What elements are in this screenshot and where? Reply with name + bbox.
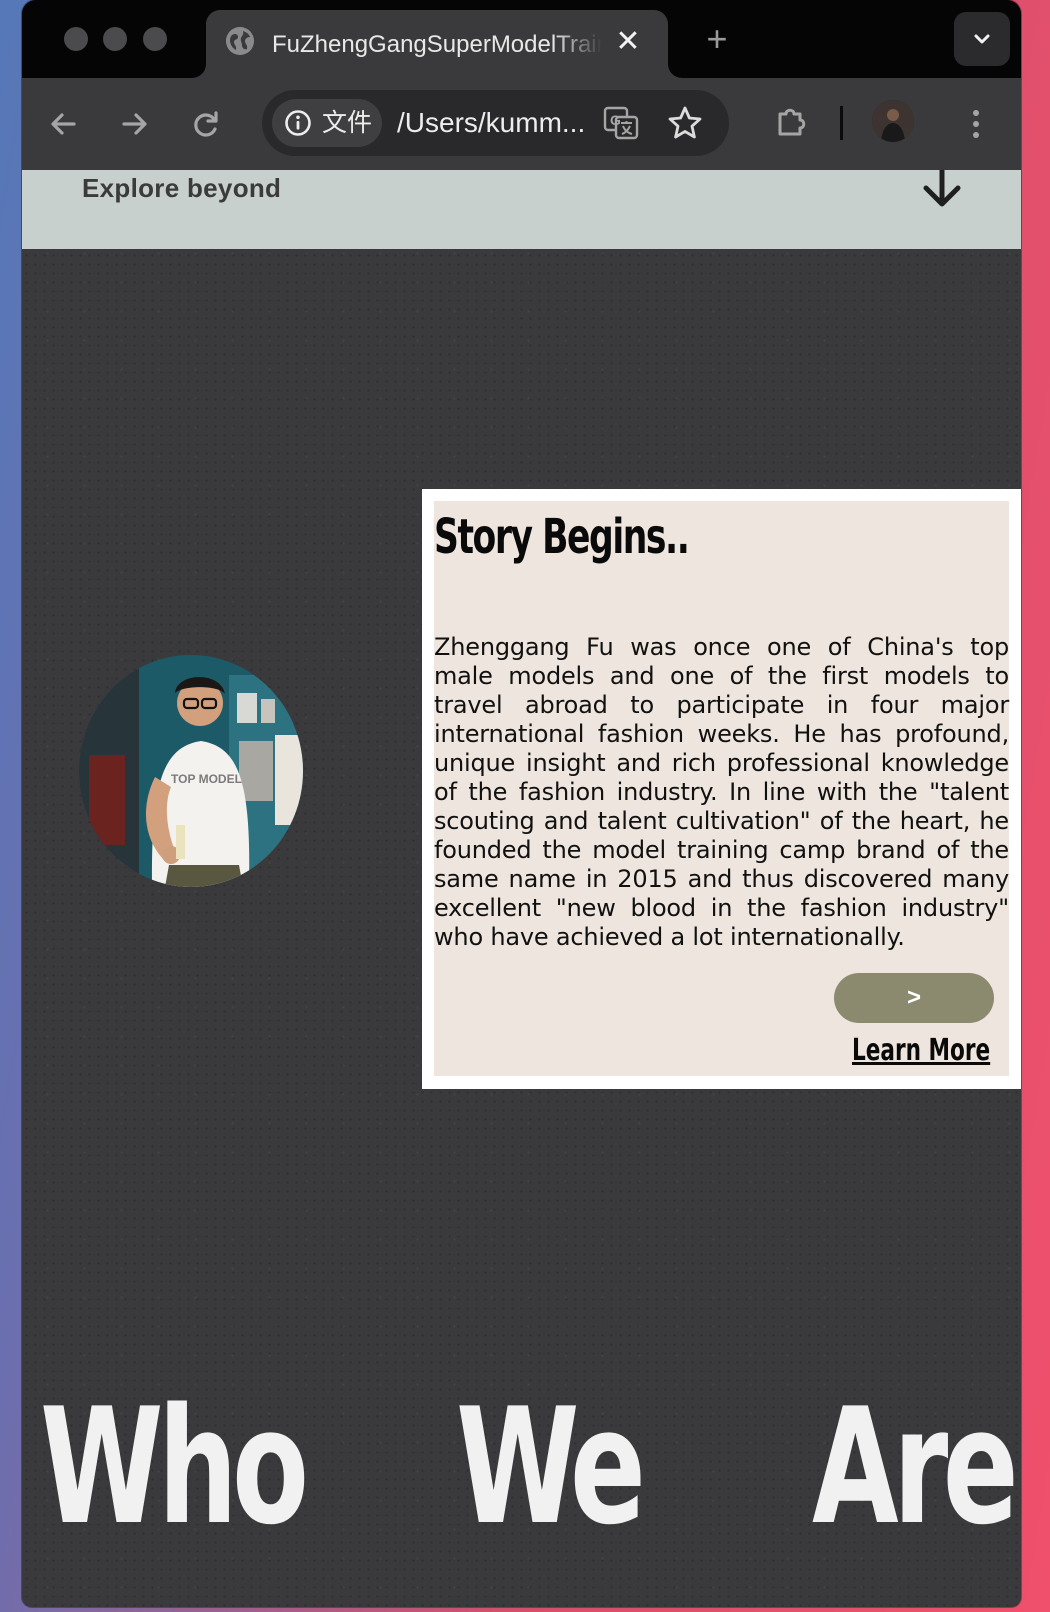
page-content: Explore beyond TOP MODEL Story Begins.. …	[22, 170, 1021, 1607]
file-scheme-label: 文件	[322, 109, 373, 137]
window-minimize-dot[interactable]	[103, 27, 127, 51]
svg-text:TOP MODEL: TOP MODEL	[171, 772, 242, 786]
star-icon[interactable]	[666, 104, 704, 142]
back-arrow-icon[interactable]	[44, 104, 84, 144]
story-title: Story Begins..	[434, 509, 690, 565]
story-arrow-button[interactable]: >	[834, 973, 994, 1023]
explore-label: Explore beyond	[82, 173, 282, 203]
heading-word-are: Are	[812, 1373, 1019, 1560]
more-menu-icon[interactable]	[956, 104, 996, 144]
site-info-chip[interactable]: 文件	[272, 99, 382, 147]
browser-tab[interactable]: FuZhengGangSuperModelTrainingCamp ✕	[206, 10, 668, 78]
story-card-inner: Story Begins.. Zhenggang Fu was once one…	[434, 501, 1009, 1076]
arrow-down-icon[interactable]	[920, 170, 964, 210]
extensions-icon[interactable]	[772, 102, 812, 142]
translate-icon[interactable]: G	[602, 104, 640, 142]
learn-more-link[interactable]: Learn More	[852, 1031, 990, 1071]
window-close-dot[interactable]	[64, 27, 88, 51]
svg-text:G: G	[610, 112, 621, 128]
tab-search-button[interactable]	[954, 12, 1010, 66]
profile-avatar[interactable]	[872, 100, 914, 142]
browser-toolbar: 文件 /Users/kumm... G	[22, 78, 1021, 171]
close-tab-icon[interactable]: ✕	[610, 24, 646, 60]
chevron-down-icon	[974, 34, 990, 44]
tab-title: FuZhengGangSuperModelTrainingCamp	[272, 31, 602, 58]
story-card: Story Begins.. Zhenggang Fu was once one…	[422, 489, 1021, 1089]
heading-word-who: Who	[40, 1373, 309, 1560]
founder-portrait: TOP MODEL	[79, 655, 303, 887]
chevron-right-icon: >	[906, 984, 921, 1011]
forward-arrow-icon[interactable]	[114, 104, 154, 144]
toolbar-divider	[840, 106, 843, 140]
info-icon	[285, 110, 311, 136]
explore-bar[interactable]: Explore beyond	[22, 170, 1021, 249]
url-text[interactable]: /Users/kumm...	[397, 106, 585, 140]
new-tab-button[interactable]: +	[697, 20, 737, 60]
heading-word-we: We	[456, 1373, 646, 1560]
tab-strip: FuZhengGangSuperModelTrainingCamp ✕ +	[22, 0, 1021, 78]
reload-icon[interactable]	[186, 104, 226, 144]
address-bar[interactable]: 文件 /Users/kumm... G	[262, 90, 729, 156]
window-zoom-dot[interactable]	[143, 27, 167, 51]
browser-window: FuZhengGangSuperModelTrainingCamp ✕ +	[22, 0, 1021, 1607]
globe-icon	[226, 27, 254, 55]
story-body: Zhenggang Fu was once one of China's top…	[434, 633, 1009, 951]
